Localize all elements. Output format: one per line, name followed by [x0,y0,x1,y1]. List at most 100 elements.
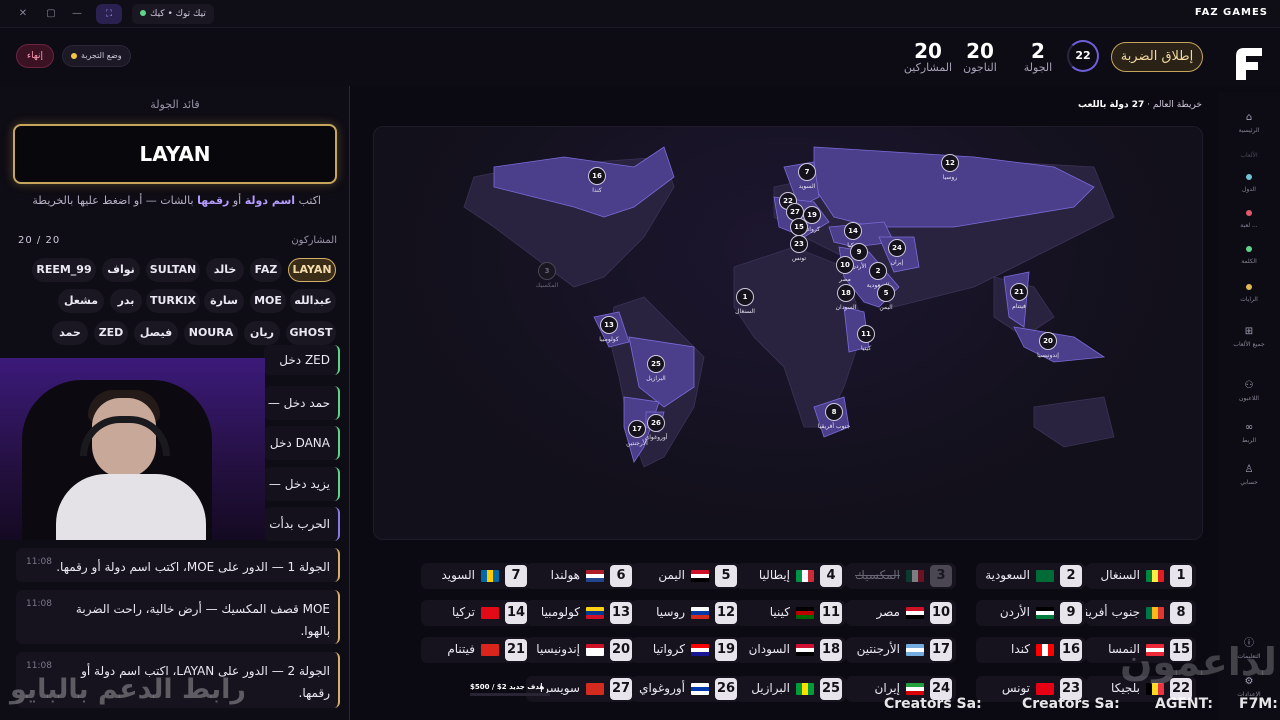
country-number: 12 [715,602,737,624]
maximize-window-icon[interactable]: ▢ [42,5,60,23]
country-card[interactable]: 1 السنغال [1086,563,1196,589]
country-name: اليمن [658,568,685,582]
country-flag-icon [906,607,924,619]
end-game-button[interactable]: إنهاء [16,44,54,68]
country-card[interactable]: 9 الأردن [976,600,1086,626]
map-pin[interactable]: 2 [869,262,887,280]
country-card[interactable]: 16 كندا [976,637,1086,663]
map-pin[interactable]: 24 [888,239,906,257]
map-pin[interactable]: 23 [790,235,808,253]
map-country-count: 27 دولة باللعب [1077,100,1145,110]
country-card[interactable]: 20 إندونيسيا [526,637,636,663]
nav-all-games[interactable]: ⊞ جميع الألعاب [1218,326,1280,348]
participant-chip[interactable]: GHOST [286,321,336,345]
close-window-icon[interactable]: ✕ [14,5,32,23]
nav-word-label: الكلمة [1241,258,1257,265]
participant-chip[interactable]: فيصل [134,321,178,345]
country-card[interactable]: 14 تركيا [421,600,531,626]
map-pin[interactable]: 11 [857,325,875,343]
participant-chip[interactable]: TURKIX [146,289,200,313]
country-card[interactable]: 25 البرازيل [736,676,846,702]
country-card[interactable]: 12 روسيا [631,600,741,626]
map-pin[interactable]: 16 [588,167,606,185]
instruction-hint: اكتب اسم دولة أو رقمها بالشات — أو اضغط … [32,194,321,207]
nav-home[interactable]: ⌂ الرئيسية [1218,112,1280,134]
world-map[interactable]: 16 كندا 7 السويد 12 روسيا 22 27 19 كروات… [373,126,1203,540]
country-number: 10 [930,602,952,624]
country-card[interactable]: 2 السعودية [976,563,1086,589]
country-card[interactable]: 10 مصر [846,600,956,626]
nav-account[interactable]: ♙ حسابي [1218,464,1280,486]
map-pin[interactable]: 9 [850,243,868,261]
country-flag-icon [906,683,924,695]
map-pin[interactable]: 1 [736,288,754,306]
participant-chip[interactable]: REEM_99 [32,258,96,282]
map-pin[interactable]: 21 [1010,283,1028,301]
country-card[interactable]: 13 كولومبيا [526,600,636,626]
country-card[interactable]: 19 كرواتيا [631,637,741,663]
country-card[interactable]: 8 جنوب أفريقيا [1075,600,1196,626]
participant-chip[interactable]: MOE [250,289,286,313]
country-name: فيتنام [447,642,475,656]
country-card[interactable]: 7 السويد [421,563,531,589]
fire-strike-button[interactable]: إطلاق الضربة [1111,42,1203,72]
participant-chip[interactable]: بدر [110,289,142,313]
log-message: 11:08 MOE قصف المكسيك — أرض خالية، راحت … [16,590,340,644]
map-pin[interactable]: 10 [836,256,854,274]
nav-game[interactable]: لعبة ... [1218,210,1280,229]
map-pin[interactable]: 15 [790,218,808,236]
participant-chip[interactable]: سارة [204,289,244,313]
map-pin[interactable]: 25 [647,355,665,373]
country-flag-icon [691,570,709,582]
map-pin[interactable]: 14 [844,222,862,240]
participant-chip[interactable]: حمد [52,321,88,345]
nav-players[interactable]: ⚇ اللاعبون [1218,380,1280,402]
stat-survivors-value: 20 [966,39,994,63]
stat-round-value: 2 [1031,39,1045,63]
country-card[interactable]: 4 إيطاليا [736,563,846,589]
nav-countries-label: الدول [1242,186,1256,193]
map-pin[interactable]: 26 [647,414,665,432]
country-card[interactable]: 21 فيتنام [421,637,531,663]
test-mode-toggle[interactable]: وضع التجربة [62,45,131,67]
map-pin-label: كولومبيا [599,336,619,343]
map-pin[interactable]: 5 [877,284,895,302]
participant-chip[interactable]: نواف [102,258,140,282]
country-number: 5 [715,565,737,587]
participant-chip[interactable]: ريان [244,321,280,345]
country-number: 21 [505,639,527,661]
nav-countries[interactable]: الدول [1218,174,1280,193]
map-pin[interactable]: 8 [825,403,843,421]
participant-chip[interactable]: SULTAN [146,258,200,282]
country-card[interactable]: 6 هولندا [526,563,636,589]
participant-chip[interactable]: ZED [94,321,128,345]
nav-word[interactable]: الكلمة [1218,246,1280,265]
ticker-item: F7M: [1239,696,1278,712]
map-pin[interactable]: 17 [628,420,646,438]
country-card[interactable]: 17 الأرجنتين [846,637,956,663]
country-name: البرازيل [751,681,790,695]
country-card[interactable]: 5 اليمن [631,563,741,589]
country-name: تونس [1001,681,1030,695]
map-pin[interactable]: 18 [837,284,855,302]
map-pin[interactable]: 13 [600,316,618,334]
participant-chip[interactable]: خالد [206,258,244,282]
nav-link[interactable]: ∞ الربط [1218,422,1280,444]
participant-chip[interactable]: FAZ [250,258,282,282]
country-number: 16 [1060,639,1082,661]
country-card[interactable]: 11 كينيا [736,600,846,626]
nav-flags[interactable]: الرايات [1218,284,1280,303]
participant-chip[interactable]: NOURA [184,321,238,345]
participant-chip[interactable]: مشعل [58,289,104,313]
country-card[interactable]: 18 السودان [736,637,846,663]
participant-chip[interactable]: LAYAN [288,258,336,282]
participant-chip[interactable]: عبدالله [290,289,336,313]
map-pin[interactable]: 7 [798,163,816,181]
minimize-window-icon[interactable]: — [68,5,86,23]
country-card[interactable]: 26 أوروغواي [631,676,741,702]
map-pin[interactable]: 12 [941,154,959,172]
expand-icon[interactable]: ⛶ [96,4,122,24]
map-pin[interactable]: 20 [1039,332,1057,350]
map-pin-label: كندا [592,187,602,194]
feed-item: يزيد دخل — [264,467,340,501]
